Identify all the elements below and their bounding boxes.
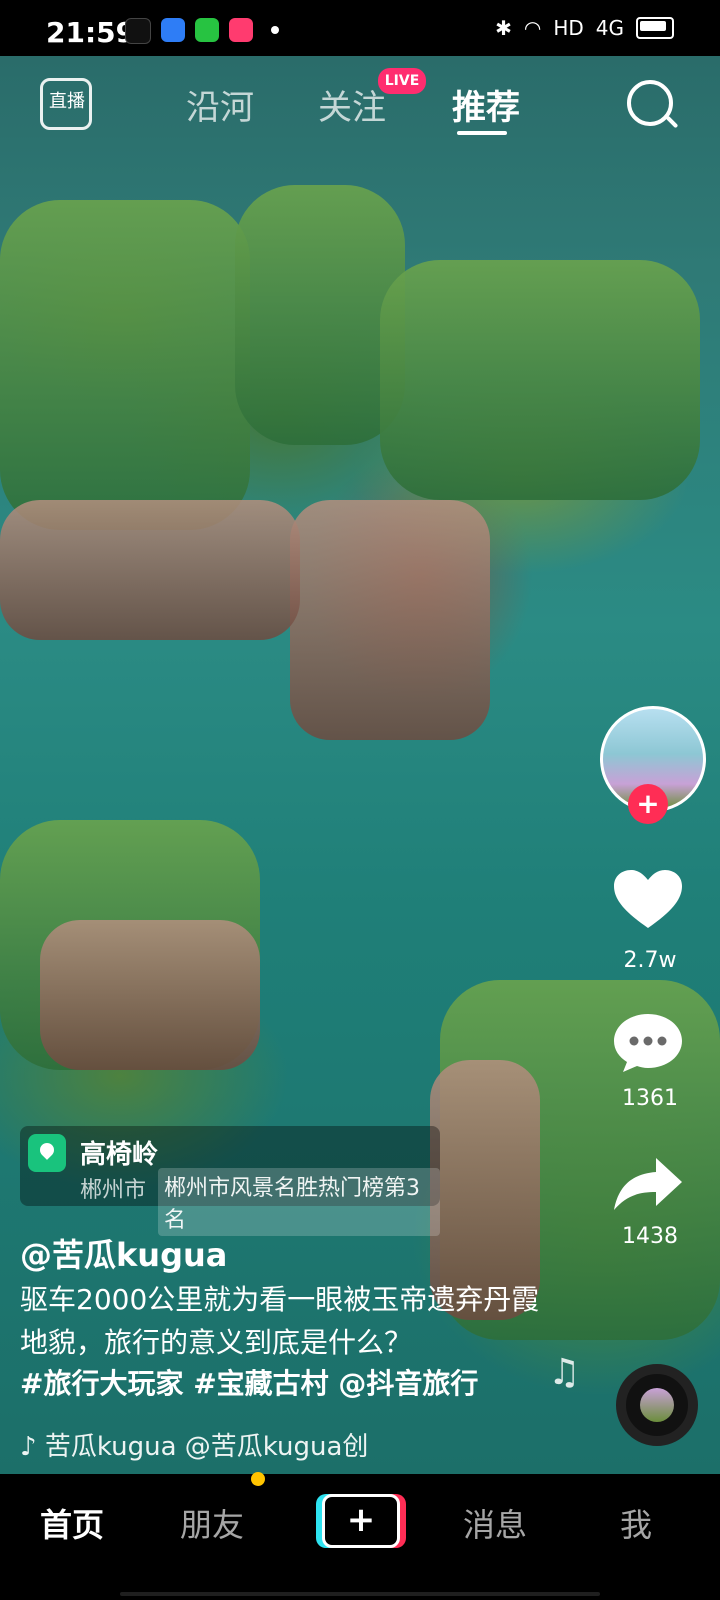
tab-following[interactable]: 关注 bbox=[318, 80, 386, 129]
location-pin-icon bbox=[28, 1134, 66, 1172]
signal-type: 4G bbox=[595, 16, 624, 40]
live-stream-button[interactable]: 直播 bbox=[40, 78, 92, 130]
video-caption: 驱车2000公里就为看一眼被玉帝遗弃丹霞地貌，旅行的意义到底是什么？ bbox=[20, 1283, 540, 1359]
comment-count: 1361 bbox=[622, 1086, 678, 1111]
home-indicator bbox=[120, 1592, 600, 1596]
tab-home[interactable]: 首页 bbox=[40, 1500, 104, 1546]
friends-notification-dot bbox=[251, 1472, 265, 1486]
tab-friends[interactable]: 朋友 bbox=[180, 1500, 244, 1546]
comment-icon[interactable] bbox=[612, 1010, 684, 1074]
tab-yanhe[interactable]: 沿河 bbox=[186, 80, 254, 129]
landscape-rock bbox=[40, 920, 260, 1070]
location-card[interactable]: 高椅岭 郴州市 郴州市风景名胜热门榜第3名 bbox=[20, 1126, 440, 1236]
music-line[interactable]: ♪ 苦瓜kugua @苦瓜kugua创 bbox=[20, 1426, 368, 1463]
follow-button[interactable]: + bbox=[628, 784, 668, 824]
active-tab-indicator bbox=[457, 131, 507, 135]
top-navigation: 直播 沿河 关注 LIVE 推荐 bbox=[0, 68, 720, 140]
tab-me[interactable]: 我 bbox=[620, 1500, 652, 1546]
system-status: ✱ ◠ HD 4G bbox=[495, 16, 674, 40]
hashtag-line[interactable]: #旅行大玩家 #宝藏古村 @抖音旅行 bbox=[20, 1362, 478, 1402]
bottom-tab-bar: 首页 朋友 + 消息 我 bbox=[0, 1472, 720, 1600]
search-icon[interactable] bbox=[627, 80, 673, 126]
location-title: 高椅岭 bbox=[80, 1140, 159, 1170]
share-count: 1438 bbox=[622, 1224, 678, 1249]
iqiyi-icon bbox=[195, 18, 219, 42]
app-screen: 21:59 ✱ ◠ HD 4G 直播 沿河 关注 LIVE 推荐 + 2.7w … bbox=[0, 0, 720, 1600]
landscape-rock bbox=[290, 500, 490, 740]
tab-recommended[interactable]: 推荐 bbox=[452, 80, 520, 129]
wifi-icon: ◠ bbox=[523, 16, 542, 40]
landscape-rock bbox=[0, 500, 300, 640]
music-disc-icon[interactable] bbox=[616, 1364, 698, 1446]
author-handle[interactable]: @苦瓜kugua bbox=[20, 1230, 227, 1276]
like-count: 2.7w bbox=[623, 948, 677, 973]
like-icon[interactable] bbox=[612, 868, 684, 932]
more-notifications-icon bbox=[271, 26, 279, 34]
status-time: 21:59 bbox=[46, 16, 136, 49]
location-rank: 郴州市风景名胜热门榜第3名 bbox=[158, 1168, 440, 1236]
battery-icon bbox=[636, 17, 674, 39]
landscape-cliff bbox=[0, 200, 250, 530]
tiktok-icon bbox=[125, 18, 151, 44]
tab-messages[interactable]: 消息 bbox=[463, 1500, 527, 1546]
video-app-icon bbox=[161, 18, 185, 42]
bluetooth-icon: ✱ bbox=[495, 16, 512, 40]
status-app-icons bbox=[125, 18, 279, 44]
status-bar: 21:59 ✱ ◠ HD 4G bbox=[0, 0, 720, 56]
create-button[interactable]: + bbox=[322, 1494, 400, 1548]
location-city: 郴州市 bbox=[80, 1178, 147, 1203]
landscape-cliff bbox=[380, 260, 700, 500]
live-stream-label: 直播 bbox=[49, 91, 85, 112]
network-type: HD bbox=[553, 16, 584, 40]
share-icon[interactable] bbox=[612, 1152, 684, 1216]
live-badge: LIVE bbox=[378, 68, 426, 94]
play-app-icon bbox=[229, 18, 253, 42]
